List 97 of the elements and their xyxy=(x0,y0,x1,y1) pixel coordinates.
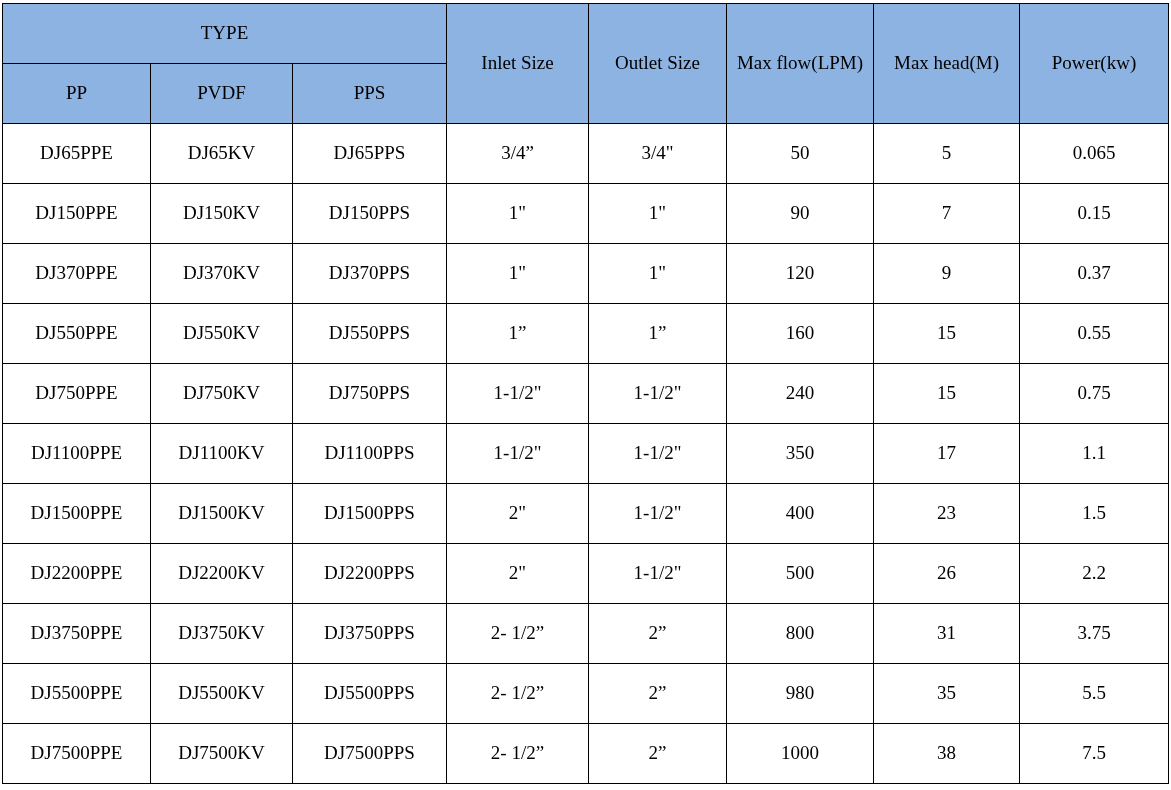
table-cell: 2” xyxy=(588,723,727,784)
table-cell: 7.5 xyxy=(1019,723,1169,784)
table-cell: DJ2200PPE xyxy=(2,543,151,604)
column-heading: PVDF xyxy=(150,63,293,124)
table-cell: 2" xyxy=(446,483,589,544)
table-cell: 50 xyxy=(726,123,874,184)
table-cell: 0.15 xyxy=(1019,183,1169,244)
table-cell: 2.2 xyxy=(1019,543,1169,604)
column-heading: Max head(M) xyxy=(873,3,1020,124)
column-heading: Inlet Size xyxy=(446,3,589,124)
table-cell: DJ150KV xyxy=(150,183,293,244)
table-cell: 1" xyxy=(446,243,589,304)
table-cell: 400 xyxy=(726,483,874,544)
table-cell: 500 xyxy=(726,543,874,604)
table-cell: DJ7500PPS xyxy=(292,723,447,784)
table-cell: 0.065 xyxy=(1019,123,1169,184)
table-cell: DJ370PPE xyxy=(2,243,151,304)
table-cell: 2- 1/2” xyxy=(446,663,589,724)
table-cell: 5 xyxy=(873,123,1020,184)
table-cell: 35 xyxy=(873,663,1020,724)
column-heading: Outlet Size xyxy=(588,3,727,124)
table-cell: 3.75 xyxy=(1019,603,1169,664)
table-cell: 3/4" xyxy=(588,123,727,184)
table-cell: 350 xyxy=(726,423,874,484)
table-cell: DJ65KV xyxy=(150,123,293,184)
table-cell: 90 xyxy=(726,183,874,244)
table-cell: DJ1500PPE xyxy=(2,483,151,544)
table-cell: 1" xyxy=(588,243,727,304)
table-cell: DJ65PPS xyxy=(292,123,447,184)
table-cell: 1” xyxy=(446,303,589,364)
table-cell: 5.5 xyxy=(1019,663,1169,724)
table-cell: 1-1/2" xyxy=(588,423,727,484)
table-cell: DJ7500KV xyxy=(150,723,293,784)
table-cell: 1.5 xyxy=(1019,483,1169,544)
table-cell: DJ65PPE xyxy=(2,123,151,184)
table-cell: DJ1100PPE xyxy=(2,423,151,484)
table-cell: 9 xyxy=(873,243,1020,304)
table-cell: DJ5500PPS xyxy=(292,663,447,724)
table-cell: DJ3750PPE xyxy=(2,603,151,664)
table-cell: 1-1/2" xyxy=(588,363,727,424)
table-cell: 26 xyxy=(873,543,1020,604)
table-cell: DJ750PPS xyxy=(292,363,447,424)
table-cell: 2” xyxy=(588,663,727,724)
table-cell: 0.55 xyxy=(1019,303,1169,364)
table-cell: 15 xyxy=(873,363,1020,424)
table-cell: 38 xyxy=(873,723,1020,784)
table-cell: DJ1100PPS xyxy=(292,423,447,484)
table-cell: 1-1/2" xyxy=(588,543,727,604)
column-group-heading: TYPE xyxy=(2,3,447,64)
table-cell: 0.75 xyxy=(1019,363,1169,424)
table-cell: DJ3750PPS xyxy=(292,603,447,664)
table-cell: DJ370PPS xyxy=(292,243,447,304)
table-cell: 980 xyxy=(726,663,874,724)
table-cell: 17 xyxy=(873,423,1020,484)
table-cell: 15 xyxy=(873,303,1020,364)
table-cell: 2” xyxy=(588,603,727,664)
table-cell: DJ5500PPE xyxy=(2,663,151,724)
table-cell: 23 xyxy=(873,483,1020,544)
table-cell: DJ550PPS xyxy=(292,303,447,364)
table-cell: DJ1500KV xyxy=(150,483,293,544)
table-cell: DJ5500KV xyxy=(150,663,293,724)
table-cell: 0.37 xyxy=(1019,243,1169,304)
table-cell: 160 xyxy=(726,303,874,364)
table-cell: 1-1/2" xyxy=(588,483,727,544)
table-cell: DJ550PPE xyxy=(2,303,151,364)
table-cell: DJ150PPS xyxy=(292,183,447,244)
table-cell: 1” xyxy=(588,303,727,364)
table-cell: 3/4” xyxy=(446,123,589,184)
table-cell: DJ3750KV xyxy=(150,603,293,664)
table-cell: DJ370KV xyxy=(150,243,293,304)
table-cell: DJ550KV xyxy=(150,303,293,364)
table-cell: DJ150PPE xyxy=(2,183,151,244)
table-cell: DJ2200PPS xyxy=(292,543,447,604)
column-heading: PPS xyxy=(292,63,447,124)
table-cell: 120 xyxy=(726,243,874,304)
table-cell: 1" xyxy=(588,183,727,244)
table-cell: 1-1/2" xyxy=(446,363,589,424)
table-cell: 7 xyxy=(873,183,1020,244)
table-cell: DJ750KV xyxy=(150,363,293,424)
table-cell: 2- 1/2” xyxy=(446,603,589,664)
table-cell: DJ750PPE xyxy=(2,363,151,424)
table-cell: DJ7500PPE xyxy=(2,723,151,784)
table-cell: 1-1/2" xyxy=(446,423,589,484)
column-heading: Max flow(LPM) xyxy=(726,3,874,124)
column-heading: Power(kw) xyxy=(1019,3,1169,124)
table-cell: 1" xyxy=(446,183,589,244)
table-cell: 240 xyxy=(726,363,874,424)
table-cell: 2" xyxy=(446,543,589,604)
table-cell: 800 xyxy=(726,603,874,664)
table-cell: 1000 xyxy=(726,723,874,784)
column-heading: PP xyxy=(2,63,151,124)
table-cell: 31 xyxy=(873,603,1020,664)
table-cell: 1.1 xyxy=(1019,423,1169,484)
table-cell: DJ1500PPS xyxy=(292,483,447,544)
table-cell: DJ1100KV xyxy=(150,423,293,484)
table-cell: 2- 1/2” xyxy=(446,723,589,784)
table-cell: DJ2200KV xyxy=(150,543,293,604)
